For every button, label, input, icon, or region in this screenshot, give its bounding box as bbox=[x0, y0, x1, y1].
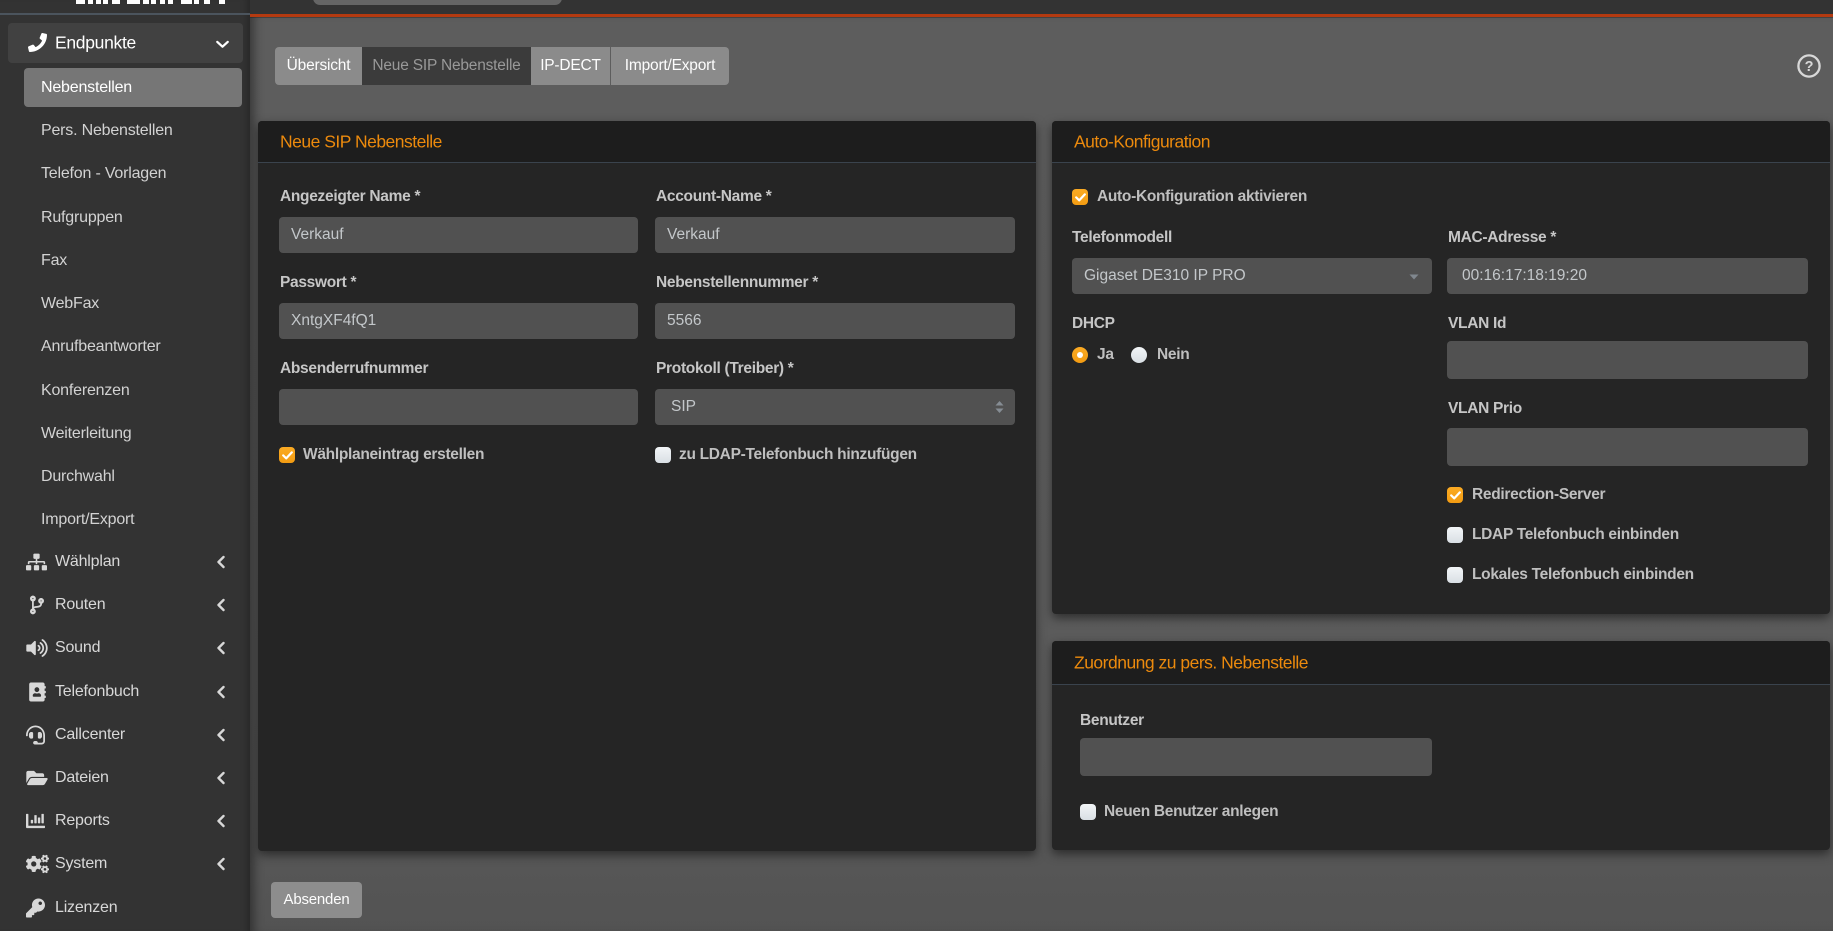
svg-text:?: ? bbox=[1805, 59, 1814, 75]
